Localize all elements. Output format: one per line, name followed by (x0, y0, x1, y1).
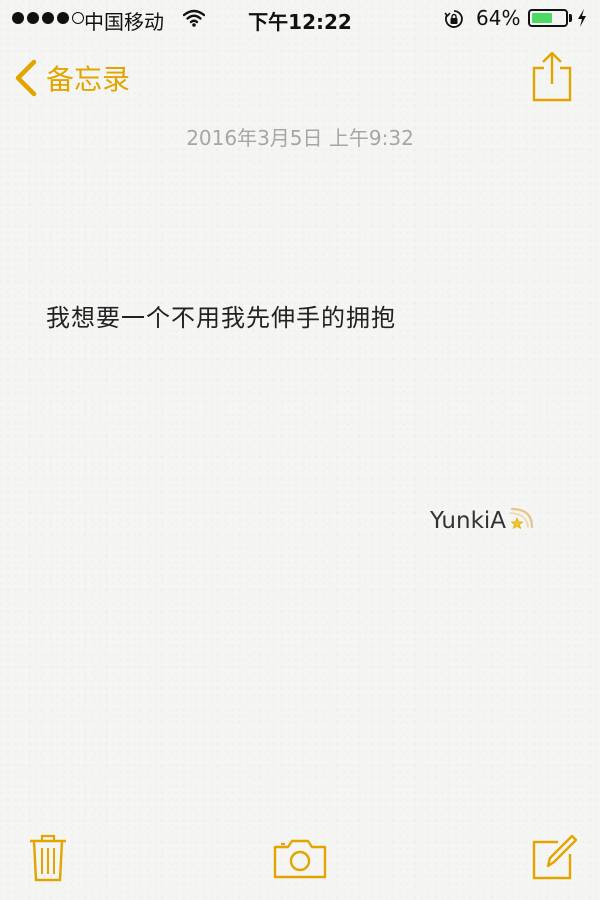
battery-icon (528, 9, 568, 27)
signal-dot-empty (72, 12, 84, 24)
signal-dot (12, 12, 24, 24)
back-button[interactable]: 备忘录 (14, 58, 130, 102)
note-signature[interactable]: YunkiA (430, 505, 536, 537)
compose-button[interactable] (530, 832, 578, 884)
signal-dot (42, 12, 54, 24)
chevron-left-icon (14, 58, 38, 102)
camera-button[interactable] (272, 838, 328, 884)
battery-level-fill (532, 13, 553, 23)
signal-dot (57, 12, 69, 24)
note-date: 2016年3月5日 上午9:32 (186, 126, 414, 150)
camera-icon (272, 839, 328, 884)
carrier-name: 中国移动 (84, 10, 164, 34)
trash-icon (28, 834, 68, 887)
battery-tip (569, 14, 572, 22)
status-bar: 中国移动 下午12:22 64% (0, 0, 600, 40)
signature-text: YunkiA (430, 508, 507, 534)
battery-percentage: 64% (476, 6, 521, 30)
signal-strength-indicator (12, 12, 84, 24)
share-button[interactable] (530, 50, 574, 106)
signal-dot (27, 12, 39, 24)
compose-icon (530, 834, 578, 884)
charging-bolt-icon (576, 8, 588, 32)
share-icon (530, 51, 574, 106)
rotation-lock-icon (444, 9, 464, 33)
delete-button[interactable] (28, 833, 68, 887)
shooting-star-icon (508, 505, 536, 537)
wifi-icon (182, 9, 206, 31)
back-button-label: 备忘录 (46, 63, 131, 96)
note-text[interactable]: 我想要一个不用我先伸手的拥抱 (46, 298, 396, 333)
